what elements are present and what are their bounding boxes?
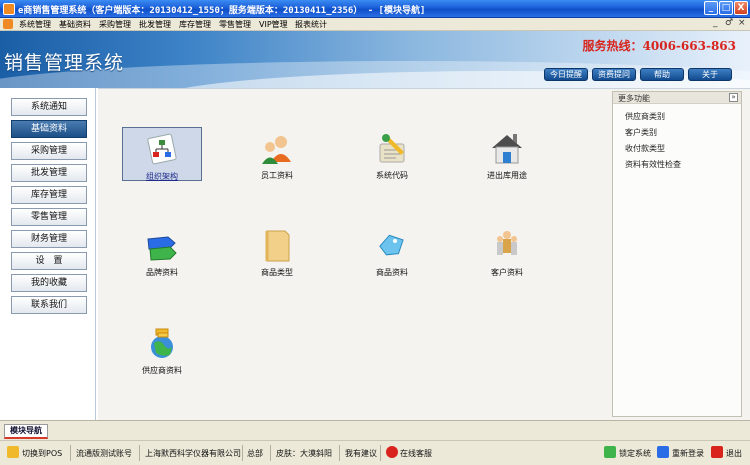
nav-inventory[interactable]: 库存管理 <box>11 186 87 204</box>
org-chart-icon <box>147 133 177 165</box>
menu-purchase[interactable]: 采购管理 <box>99 19 131 30</box>
help-button[interactable]: 帮助 <box>640 68 684 81</box>
relogin-button[interactable]: 重新登录 <box>672 448 704 459</box>
tile-label: 商品资料 <box>376 268 408 277</box>
window-title: e商销售管理系统（客户端版本：20130412_1550；服务端版本：20130… <box>18 6 426 16</box>
tab-module-navigation[interactable]: 模块导航 <box>4 424 48 439</box>
tile-label: 客户资料 <box>491 268 523 277</box>
switch-to-pos-button[interactable]: 切换到POS <box>22 448 62 459</box>
more-functions-title: 更多功能 <box>618 94 650 103</box>
status-divider <box>339 445 340 461</box>
mdi-close-button[interactable]: × <box>738 18 746 28</box>
more-item-payment-type[interactable]: 收付款类型 <box>625 143 665 154</box>
lock-icon <box>604 446 616 458</box>
relogin-icon <box>657 446 669 458</box>
nav-retail[interactable]: 零售管理 <box>11 208 87 226</box>
module-warehouse-usage[interactable]: 进出库用途 <box>467 127 547 181</box>
module-product-type[interactable]: 商品类型 <box>237 224 317 278</box>
nav-finance[interactable]: 财务管理 <box>11 230 87 248</box>
product-tag-icon <box>379 234 404 256</box>
nav-system-notice[interactable]: 系统通知 <box>11 98 87 116</box>
nav-settings[interactable]: 设 置 <box>11 252 87 270</box>
menu-basic-data[interactable]: 基础资料 <box>59 19 91 30</box>
more-item-customer-category[interactable]: 客户类别 <box>625 127 657 138</box>
menu-retail[interactable]: 零售管理 <box>219 19 251 30</box>
company-label: 上海默西科学仪器有限公司 <box>145 449 241 458</box>
tile-label: 品牌资料 <box>146 268 178 277</box>
module-customer[interactable]: 客户资料 <box>467 224 547 278</box>
nav-wholesale[interactable]: 批发管理 <box>11 164 87 182</box>
tile-label: 商品类型 <box>261 268 293 277</box>
module-system-code[interactable]: 系统代码 <box>352 127 432 181</box>
status-bar: 切换到POS 流通版测试账号 上海默西科学仪器有限公司 总部 皮肤：大漠斜阳 我… <box>0 440 750 465</box>
main-panel: 组织架构 员工资料 系统代码 进出库用途 品牌资料 商品类型 商品资料 客户资料… <box>98 88 750 420</box>
fee-question-button[interactable]: 资费提问 <box>592 68 636 81</box>
more-item-supplier-category[interactable]: 供应商类别 <box>625 111 665 122</box>
more-functions-header: 更多功能 » <box>613 92 741 104</box>
supplier-globe-icon <box>151 328 173 358</box>
module-product[interactable]: 商品资料 <box>352 224 432 278</box>
tile-label: 员工资料 <box>261 171 293 180</box>
nav-favorites[interactable]: 我的收藏 <box>11 274 87 292</box>
department-label: 总部 <box>247 449 263 458</box>
about-button[interactable]: 关于 <box>688 68 732 81</box>
header-banner: 销售管理系统 服务热线：4006-663-863 今日提醒 资费提问 帮助 关于 <box>0 31 750 88</box>
title-bar: e商销售管理系统（客户端版本：20130412_1550；服务端版本：20130… <box>0 0 750 18</box>
menu-inventory[interactable]: 库存管理 <box>179 19 211 30</box>
skin-selector[interactable]: 皮肤：大漠斜阳 <box>276 448 332 459</box>
module-staff[interactable]: 员工资料 <box>237 127 317 181</box>
lock-system-button[interactable]: 锁定系统 <box>619 448 651 459</box>
exit-icon <box>711 446 723 458</box>
left-nav: 系统通知 基础资料 采购管理 批发管理 库存管理 零售管理 财务管理 设 置 我… <box>0 88 96 420</box>
menu-reports[interactable]: 报表统计 <box>295 19 327 30</box>
mdi-minimize-button[interactable]: _ <box>713 18 718 28</box>
more-item-data-validity-check[interactable]: 资料有效性检查 <box>625 159 681 170</box>
nav-purchase[interactable]: 采购管理 <box>11 142 87 160</box>
today-reminder-button[interactable]: 今日提醒 <box>544 68 588 81</box>
exit-button[interactable]: 退出 <box>726 448 742 459</box>
tile-label: 供应商资料 <box>142 366 182 375</box>
collapse-toggle-icon[interactable]: » <box>729 93 738 102</box>
status-divider <box>139 445 140 461</box>
module-grid: 组织架构 员工资料 系统代码 进出库用途 品牌资料 商品类型 商品资料 客户资料… <box>98 89 610 419</box>
module-brand[interactable]: 品牌资料 <box>122 224 202 278</box>
minimize-button[interactable]: _ <box>704 1 718 15</box>
module-org-structure[interactable]: 组织架构 <box>122 127 202 181</box>
suggestion-button[interactable]: 我有建议 <box>345 448 377 459</box>
online-service-button[interactable]: 在线客服 <box>400 448 432 459</box>
warehouse-icon <box>492 134 522 164</box>
pos-icon <box>7 446 19 458</box>
tile-label: 组织架构 <box>146 172 178 181</box>
system-title: 销售管理系统 <box>4 52 125 74</box>
nav-contact-us[interactable]: 联系我们 <box>11 296 87 314</box>
status-divider <box>242 445 243 461</box>
nav-basic-data[interactable]: 基础资料 <box>11 120 87 138</box>
tile-label: 系统代码 <box>376 171 408 180</box>
customers-icon <box>497 231 517 255</box>
status-divider <box>380 445 381 461</box>
maximize-button[interactable]: □ <box>719 1 733 15</box>
online-service-icon <box>386 446 398 458</box>
staff-icon <box>262 136 291 164</box>
close-button[interactable]: X <box>734 1 748 15</box>
menu-app-icon[interactable] <box>3 19 13 29</box>
system-code-icon <box>379 134 405 163</box>
folder-icon <box>265 230 290 262</box>
menu-wholesale[interactable]: 批发管理 <box>139 19 171 30</box>
menu-system[interactable]: 系统管理 <box>19 19 51 30</box>
mdi-restore-button[interactable]: ♂ <box>725 18 733 28</box>
module-supplier[interactable]: 供应商资料 <box>122 322 202 376</box>
account-label: 流通版测试账号 <box>76 449 132 458</box>
more-functions-panel: 更多功能 » 供应商类别 客户类别 收付款类型 资料有效性检查 <box>612 91 742 417</box>
brand-tag-icon <box>147 236 177 261</box>
tab-strip: 模块导航 <box>0 420 750 440</box>
service-hotline: 服务热线：4006-663-863 <box>582 39 736 53</box>
menu-bar: 系统管理 基础资料 采购管理 批发管理 库存管理 零售管理 VIP管理 报表统计… <box>0 18 750 31</box>
status-divider <box>70 445 71 461</box>
tile-label: 进出库用途 <box>487 171 527 180</box>
status-divider <box>270 445 271 461</box>
menu-vip[interactable]: VIP管理 <box>259 19 288 30</box>
app-icon <box>3 3 15 15</box>
